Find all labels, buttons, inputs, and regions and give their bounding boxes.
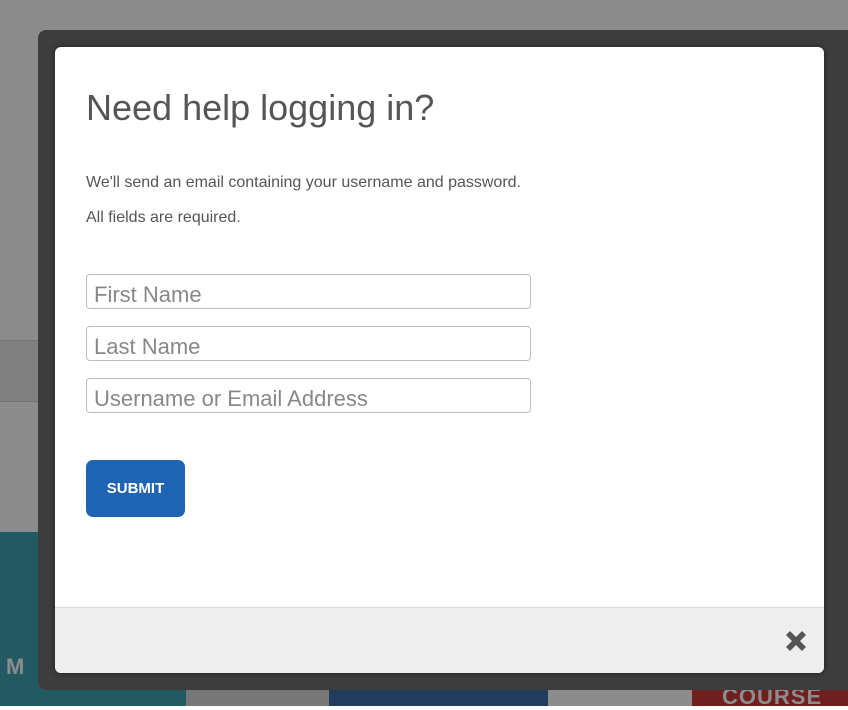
close-x-icon[interactable] [781,626,811,656]
description-line-2: All fields are required. [86,209,241,226]
modal-title: Need help logging in? [86,87,435,128]
description-line-1: We'll send an email containing your user… [86,174,521,191]
last-name-input[interactable] [86,326,531,361]
submit-button[interactable]: SUBMIT [86,460,185,517]
modal-body: Need help logging in? We'll send an emai… [55,47,824,607]
help-login-modal: Need help logging in? We'll send an emai… [55,47,824,673]
username-or-email-input[interactable] [86,378,531,413]
modal-description: We'll send an email containing your user… [86,165,521,235]
modal-footer [55,607,824,673]
first-name-input[interactable] [86,274,531,309]
